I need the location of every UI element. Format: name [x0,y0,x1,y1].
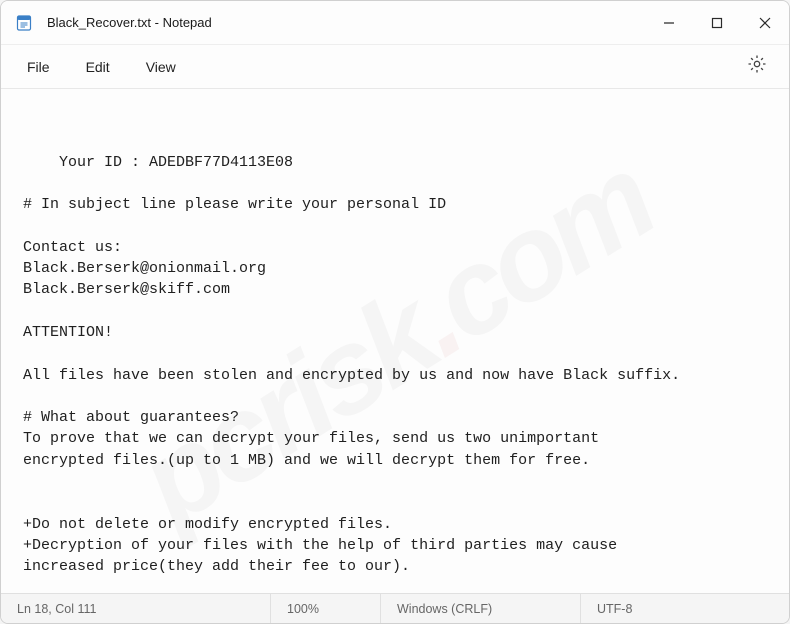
status-zoom: 100% [271,594,381,623]
watermark: pcrisk.com [107,117,684,565]
notepad-icon [15,14,33,32]
window-controls [645,1,789,44]
status-line-ending: Windows (CRLF) [381,594,581,623]
maximize-button[interactable] [693,1,741,45]
status-position: Ln 18, Col 111 [1,594,271,623]
statusbar: Ln 18, Col 111 100% Windows (CRLF) UTF-8 [1,593,789,623]
gear-icon [747,54,767,79]
text-editor[interactable]: pcrisk.com Your ID : ADEDBF77D4113E08 # … [1,89,789,593]
titlebar: Black_Recover.txt - Notepad [1,1,789,45]
settings-button[interactable] [739,49,775,85]
menu-view[interactable]: View [128,51,194,83]
menu-file[interactable]: File [9,51,68,83]
status-encoding: UTF-8 [581,594,761,623]
minimize-button[interactable] [645,1,693,45]
close-button[interactable] [741,1,789,45]
window-title: Black_Recover.txt - Notepad [47,15,212,30]
menubar: File Edit View [1,45,789,89]
document-text: Your ID : ADEDBF77D4113E08 # In subject … [23,154,680,576]
menu-edit[interactable]: Edit [68,51,128,83]
notepad-window: Black_Recover.txt - Notepad File Edit Vi… [0,0,790,624]
